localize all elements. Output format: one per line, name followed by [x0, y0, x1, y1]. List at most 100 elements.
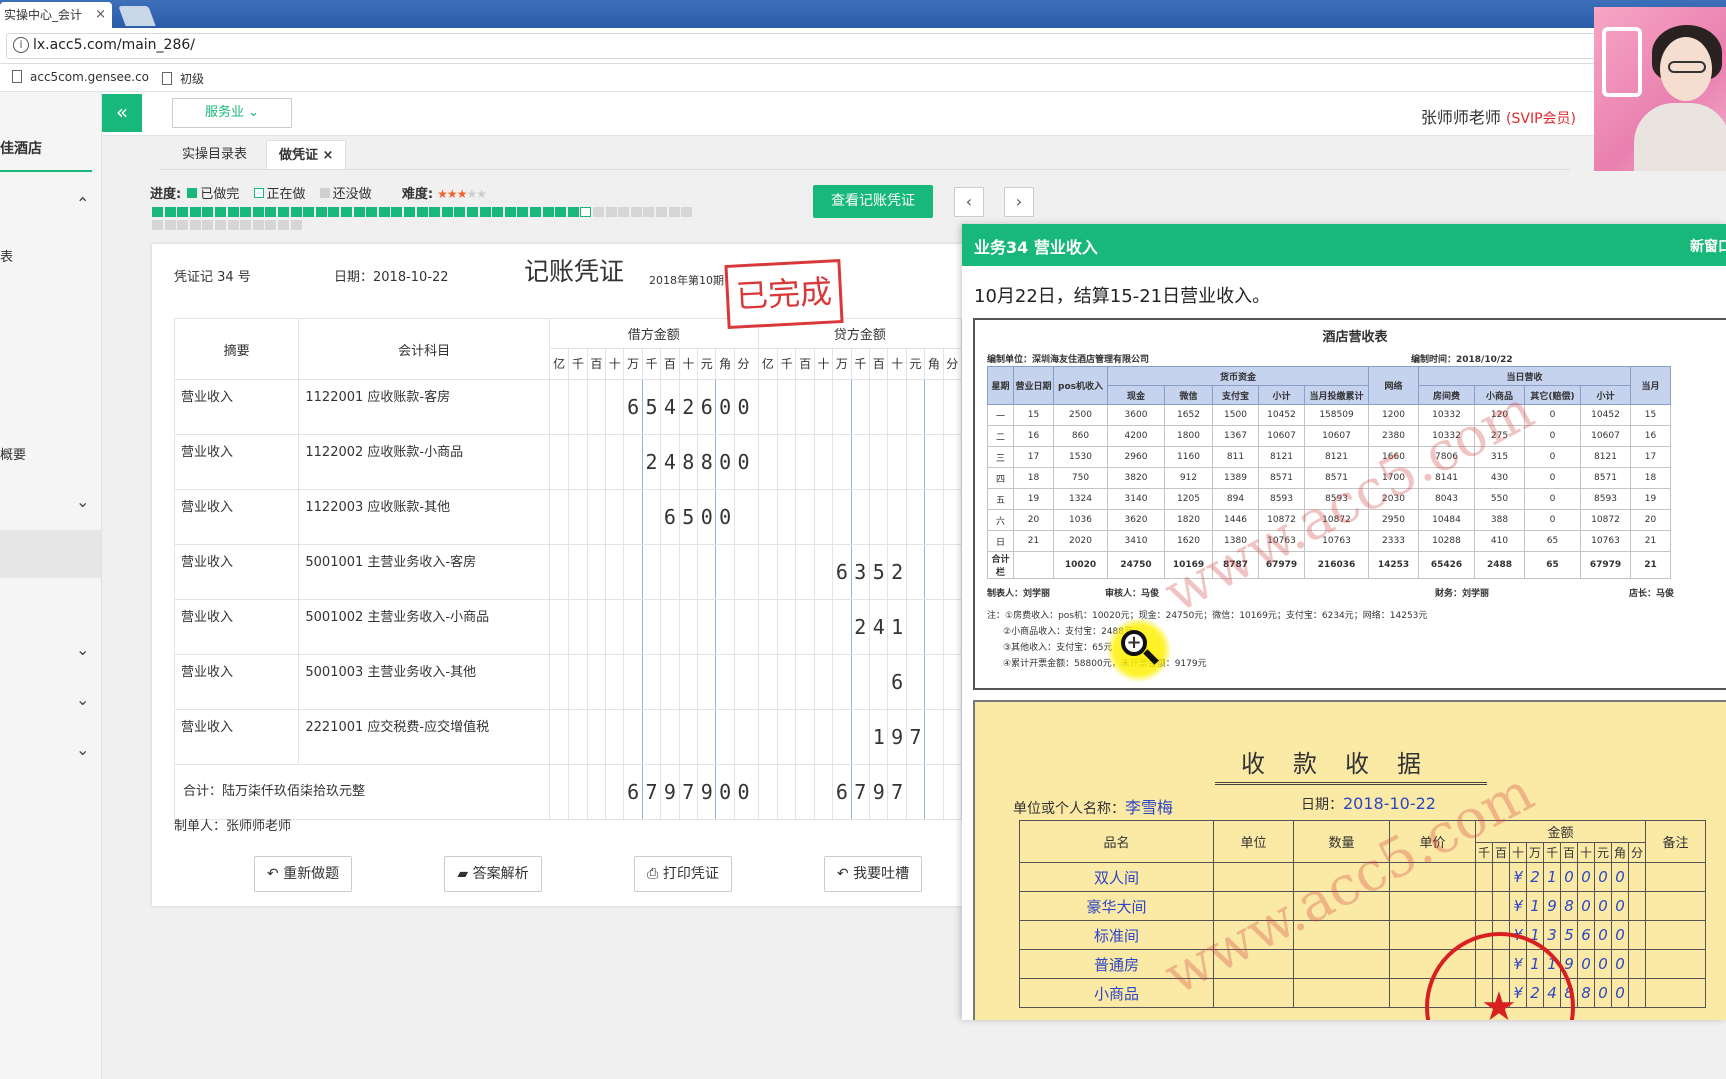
- prev-button[interactable]: ‹: [954, 187, 984, 217]
- summary-cell[interactable]: 营业收入: [173, 709, 300, 765]
- progress-cell[interactable]: [656, 207, 667, 217]
- progress-cell[interactable]: [467, 207, 478, 217]
- summary-cell[interactable]: 营业收入: [173, 544, 300, 600]
- close-icon[interactable]: ×: [323, 148, 334, 163]
- info-icon[interactable]: i: [13, 37, 29, 53]
- view-voucher-button[interactable]: 查看记账凭证: [813, 185, 933, 218]
- progress-cell[interactable]: [202, 207, 214, 217]
- progress-cell[interactable]: [441, 207, 453, 217]
- print-voucher-button[interactable]: ⎙ 打印凭证: [634, 856, 732, 892]
- progress-cell[interactable]: [215, 220, 226, 230]
- user-info[interactable]: 张师师老师 (SVIP会员): [1421, 104, 1576, 128]
- progress-cell[interactable]: [378, 207, 390, 217]
- progress-cell[interactable]: [215, 207, 226, 217]
- tab-practice-list[interactable]: 实操目录表: [170, 140, 259, 170]
- progress-cell[interactable]: [152, 207, 163, 217]
- progress-cell[interactable]: [189, 207, 201, 217]
- redo-button[interactable]: ↶ 重新做题: [254, 856, 352, 892]
- close-icon[interactable]: ×: [95, 2, 106, 28]
- progress-cell[interactable]: [290, 220, 302, 230]
- collapse-sidebar-button[interactable]: «: [102, 94, 142, 132]
- amount-digits[interactable]: [550, 600, 757, 654]
- progress-cell[interactable]: [278, 220, 289, 230]
- progress-cell[interactable]: [227, 207, 239, 217]
- progress-cell[interactable]: [555, 207, 567, 217]
- progress-cell[interactable]: [630, 207, 642, 217]
- new-window-button[interactable]: 新窗口: [1690, 236, 1726, 256]
- progress-cell[interactable]: [593, 207, 604, 217]
- amount-digits[interactable]: 6500: [550, 490, 757, 544]
- chevron-up-icon[interactable]: ⌃: [76, 196, 89, 212]
- progress-cell[interactable]: [492, 207, 504, 217]
- progress-cell[interactable]: [366, 207, 378, 217]
- amount-digits[interactable]: 6352: [759, 545, 960, 599]
- zoom-cursor[interactable]: +: [1107, 618, 1171, 682]
- progress-cell[interactable]: [353, 207, 365, 217]
- progress-cell[interactable]: [290, 207, 302, 217]
- progress-cell[interactable]: [278, 207, 289, 217]
- account-cell[interactable]: 5001001 主营业务收入-客房: [298, 544, 550, 600]
- amount-digits[interactable]: 6542600: [550, 380, 757, 434]
- progress-cell[interactable]: [479, 207, 491, 217]
- revenue-report-image[interactable]: 酒店营收表 编制单位：深圳海友住酒店管理有限公司 编制时间：2018/10/22…: [973, 318, 1726, 690]
- summary-cell[interactable]: 营业收入: [173, 489, 300, 545]
- chevron-down-icon[interactable]: ⌄: [76, 742, 89, 758]
- amount-digits[interactable]: 6797900: [550, 765, 757, 819]
- receipt-image[interactable]: 收款收据 单位或个人名称：李雪梅 日期：2018-10-22 品名 单位 数量 单价金…: [973, 700, 1726, 1020]
- progress-cell[interactable]: [580, 207, 592, 217]
- account-cell[interactable]: 5001003 主营业务收入-其他: [298, 654, 550, 710]
- chevron-down-icon[interactable]: ⌄: [76, 642, 89, 658]
- progress-cell[interactable]: [668, 207, 680, 217]
- progress-cell[interactable]: [341, 207, 352, 217]
- account-cell[interactable]: 1122002 应收账款-小商品: [298, 434, 550, 490]
- sidebar-selected-item[interactable]: [0, 530, 101, 578]
- progress-cell[interactable]: [202, 220, 214, 230]
- chevron-down-icon[interactable]: ⌄: [76, 692, 89, 708]
- progress-cell[interactable]: [265, 220, 277, 230]
- account-cell[interactable]: 1122003 应收账款-其他: [298, 489, 550, 545]
- progress-cell[interactable]: [605, 207, 617, 217]
- amount-digits[interactable]: 6: [759, 655, 960, 709]
- progress-cell[interactable]: [152, 220, 163, 230]
- account-cell[interactable]: 1122001 应收账款-客房: [298, 379, 550, 435]
- amount-digits[interactable]: 197: [759, 710, 960, 764]
- progress-cell[interactable]: [252, 207, 264, 217]
- progress-cell[interactable]: [177, 220, 189, 230]
- progress-cell[interactable]: [530, 207, 541, 217]
- amount-digits[interactable]: 6797: [759, 765, 960, 819]
- url-input[interactable]: i lx.acc5.com/main_286/: [6, 33, 1606, 59]
- progress-cell[interactable]: [618, 207, 630, 217]
- amount-digits[interactable]: [759, 435, 960, 489]
- progress-cell[interactable]: [164, 220, 176, 230]
- progress-cell[interactable]: [328, 207, 340, 217]
- progress-cell[interactable]: [315, 207, 327, 217]
- progress-cell[interactable]: [404, 207, 415, 217]
- chevron-down-icon[interactable]: ⌄: [76, 494, 89, 510]
- progress-cell[interactable]: [227, 220, 239, 230]
- amount-digits[interactable]: [550, 545, 757, 599]
- progress-cell[interactable]: [240, 220, 252, 230]
- amount-digits[interactable]: 248800: [550, 435, 757, 489]
- progress-cell[interactable]: [429, 207, 441, 217]
- progress-cell[interactable]: [454, 207, 466, 217]
- progress-cell[interactable]: [252, 220, 264, 230]
- progress-cell[interactable]: [416, 207, 428, 217]
- progress-cell[interactable]: [303, 207, 315, 217]
- summary-cell[interactable]: 营业收入: [173, 379, 300, 435]
- progress-cell[interactable]: [504, 207, 516, 217]
- browser-tab[interactable]: 实操中心_会计 ×: [0, 2, 112, 28]
- progress-cell[interactable]: [265, 207, 277, 217]
- feedback-button[interactable]: ↶ 我要吐槽: [824, 856, 922, 892]
- amount-digits[interactable]: [550, 655, 757, 709]
- summary-cell[interactable]: 营业收入: [173, 654, 300, 710]
- bookmark-beginner[interactable]: 初级: [162, 70, 204, 87]
- progress-cell[interactable]: [517, 207, 529, 217]
- progress-cell[interactable]: [567, 207, 579, 217]
- progress-cell[interactable]: [542, 207, 554, 217]
- amount-digits[interactable]: [759, 380, 960, 434]
- sidebar-company[interactable]: 佳酒店: [0, 138, 42, 158]
- account-cell[interactable]: 2221001 应交税费-应交增值税: [298, 709, 550, 765]
- answer-analysis-button[interactable]: ▰ 答案解析: [444, 856, 542, 892]
- progress-cell[interactable]: [164, 207, 176, 217]
- progress-cell[interactable]: [391, 207, 403, 217]
